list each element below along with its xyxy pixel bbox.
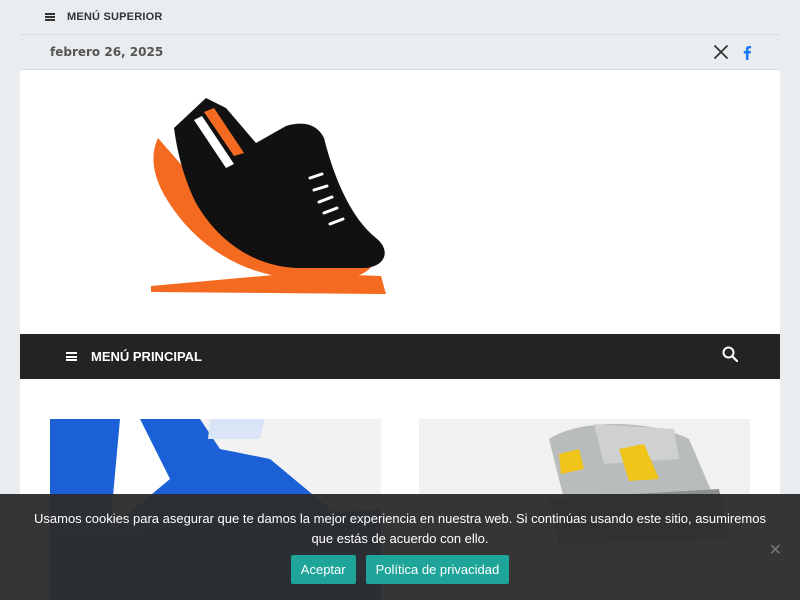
main-menu-toggle[interactable]: MENÚ PRINCIPAL [66, 349, 202, 364]
cookie-notice: Usamos cookies para asegurar que te damo… [0, 494, 800, 600]
search-icon[interactable] [722, 346, 739, 367]
accept-cookies-button[interactable]: Aceptar [290, 555, 356, 584]
top-menu-label[interactable]: MENÚ SUPERIOR [67, 11, 163, 23]
main-menu-label[interactable]: MENÚ PRINCIPAL [91, 349, 202, 364]
current-date: febrero 26, 2025 [50, 45, 164, 59]
privacy-policy-button[interactable]: Política de privacidad [365, 555, 510, 584]
social-links [714, 45, 752, 60]
x-twitter-icon[interactable] [714, 45, 728, 59]
cookie-buttons: Aceptar Política de privacidad [0, 555, 800, 584]
close-icon[interactable]: ✕ [769, 540, 782, 560]
menu-icon[interactable] [45, 13, 55, 21]
main-navigation: MENÚ PRINCIPAL [20, 334, 780, 379]
top-menu[interactable]: MENÚ SUPERIOR [20, 0, 780, 35]
date-bar: febrero 26, 2025 [20, 35, 780, 70]
site-header [20, 70, 780, 334]
facebook-icon[interactable] [742, 45, 752, 60]
menu-icon[interactable] [66, 352, 77, 361]
site-logo[interactable] [56, 98, 420, 298]
cookie-notice-text: Usamos cookies para asegurar que te damo… [34, 511, 766, 546]
